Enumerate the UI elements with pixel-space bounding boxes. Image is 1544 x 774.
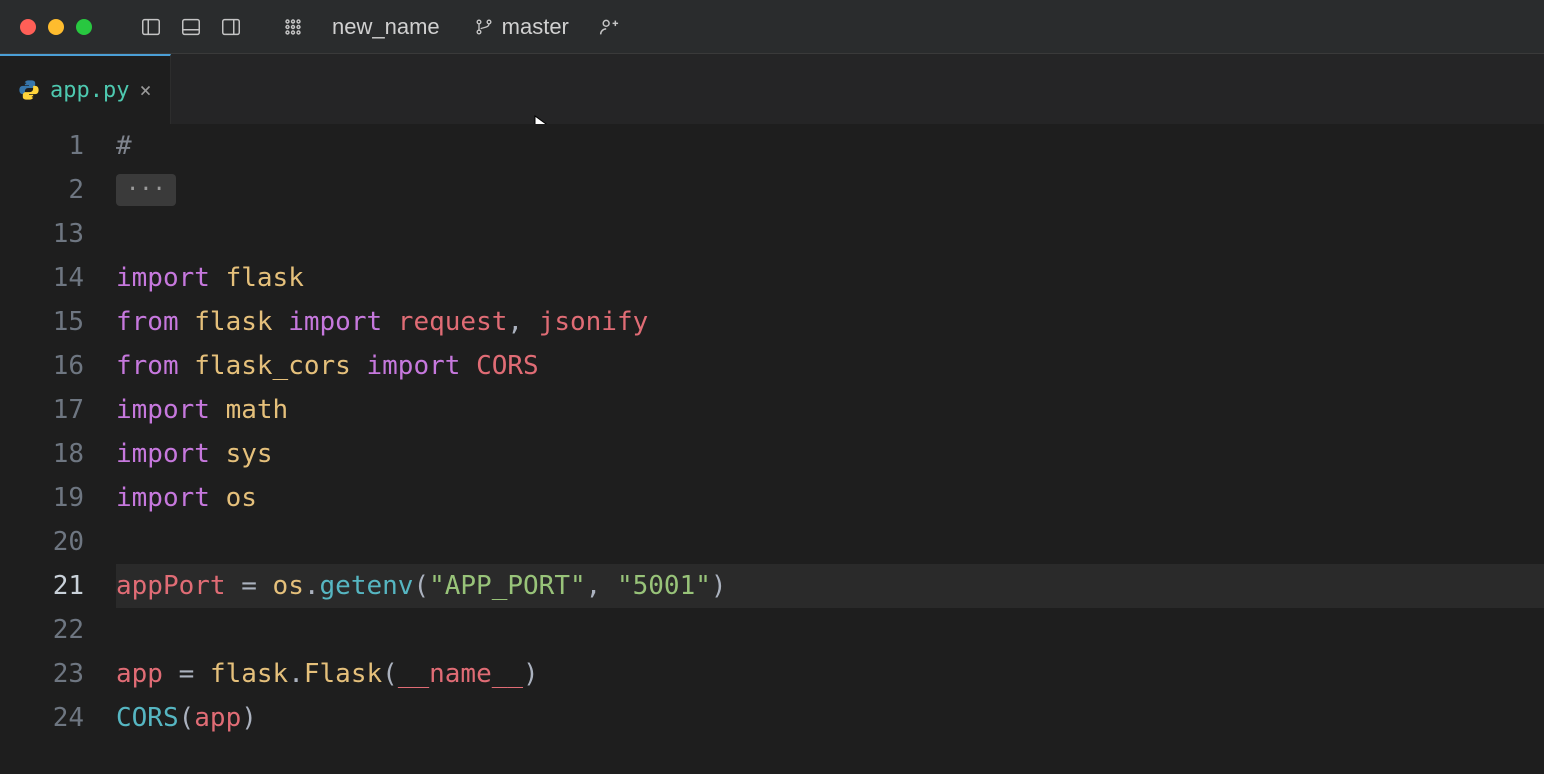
panel-bottom-icon[interactable] xyxy=(176,12,206,42)
fold-indicator[interactable]: ··· xyxy=(116,174,176,206)
line-number: 15 xyxy=(0,300,84,344)
close-window-button[interactable] xyxy=(20,19,36,35)
line-number: 18 xyxy=(0,432,84,476)
code-line: import math xyxy=(116,388,1544,432)
code-line: app = flask.Flask(__name__) xyxy=(116,652,1544,696)
code-line-current: appPort = os.getenv("APP_PORT", "5001") xyxy=(116,564,1544,608)
tab-bar: app.py × xyxy=(0,54,1544,124)
code-line xyxy=(116,212,1544,256)
code-line: import flask xyxy=(116,256,1544,300)
code-line: import os xyxy=(116,476,1544,520)
line-number: 2 xyxy=(0,168,84,212)
line-number: 23 xyxy=(0,652,84,696)
git-branch-icon xyxy=(474,17,494,37)
line-number: 17 xyxy=(0,388,84,432)
project-name-label: new_name xyxy=(332,14,440,40)
code-line xyxy=(116,608,1544,652)
project-name[interactable]: new_name xyxy=(322,14,450,40)
minimize-window-button[interactable] xyxy=(48,19,64,35)
line-number: 19 xyxy=(0,476,84,520)
line-number: 20 xyxy=(0,520,84,564)
line-number: 14 xyxy=(0,256,84,300)
layout-controls xyxy=(136,12,246,42)
python-file-icon xyxy=(18,79,40,101)
code-content[interactable]: # ··· import flask from flask import req… xyxy=(112,124,1544,774)
git-branch-label: master xyxy=(502,14,569,40)
add-collaborator-icon[interactable] xyxy=(593,12,623,42)
code-line-folded[interactable]: ··· xyxy=(116,168,1544,212)
titlebar: new_name master xyxy=(0,0,1544,54)
tab-app-py[interactable]: app.py × xyxy=(0,54,171,124)
line-number: 13 xyxy=(0,212,84,256)
line-number: 24 xyxy=(0,696,84,740)
maximize-window-button[interactable] xyxy=(76,19,92,35)
apps-grid-icon[interactable] xyxy=(278,12,308,42)
line-number-gutter: 1 2 13 14 15 16 17 18 19 20 21 22 23 24 xyxy=(0,124,112,774)
code-line: from flask_cors import CORS xyxy=(116,344,1544,388)
line-number: 22 xyxy=(0,608,84,652)
code-line: from flask import request, jsonify xyxy=(116,300,1544,344)
close-tab-button[interactable]: × xyxy=(139,78,151,102)
code-line xyxy=(116,520,1544,564)
code-line: import sys xyxy=(116,432,1544,476)
window-controls xyxy=(20,19,92,35)
panel-left-icon[interactable] xyxy=(136,12,166,42)
code-editor[interactable]: 1 2 13 14 15 16 17 18 19 20 21 22 23 24 … xyxy=(0,124,1544,774)
line-number: 16 xyxy=(0,344,84,388)
panel-right-icon[interactable] xyxy=(216,12,246,42)
tab-filename: app.py xyxy=(50,78,129,103)
code-line: # xyxy=(116,124,1544,168)
line-number: 21 xyxy=(0,564,84,608)
code-line: CORS(app) xyxy=(116,696,1544,740)
git-branch[interactable]: master xyxy=(464,14,579,40)
line-number: 1 xyxy=(0,124,84,168)
